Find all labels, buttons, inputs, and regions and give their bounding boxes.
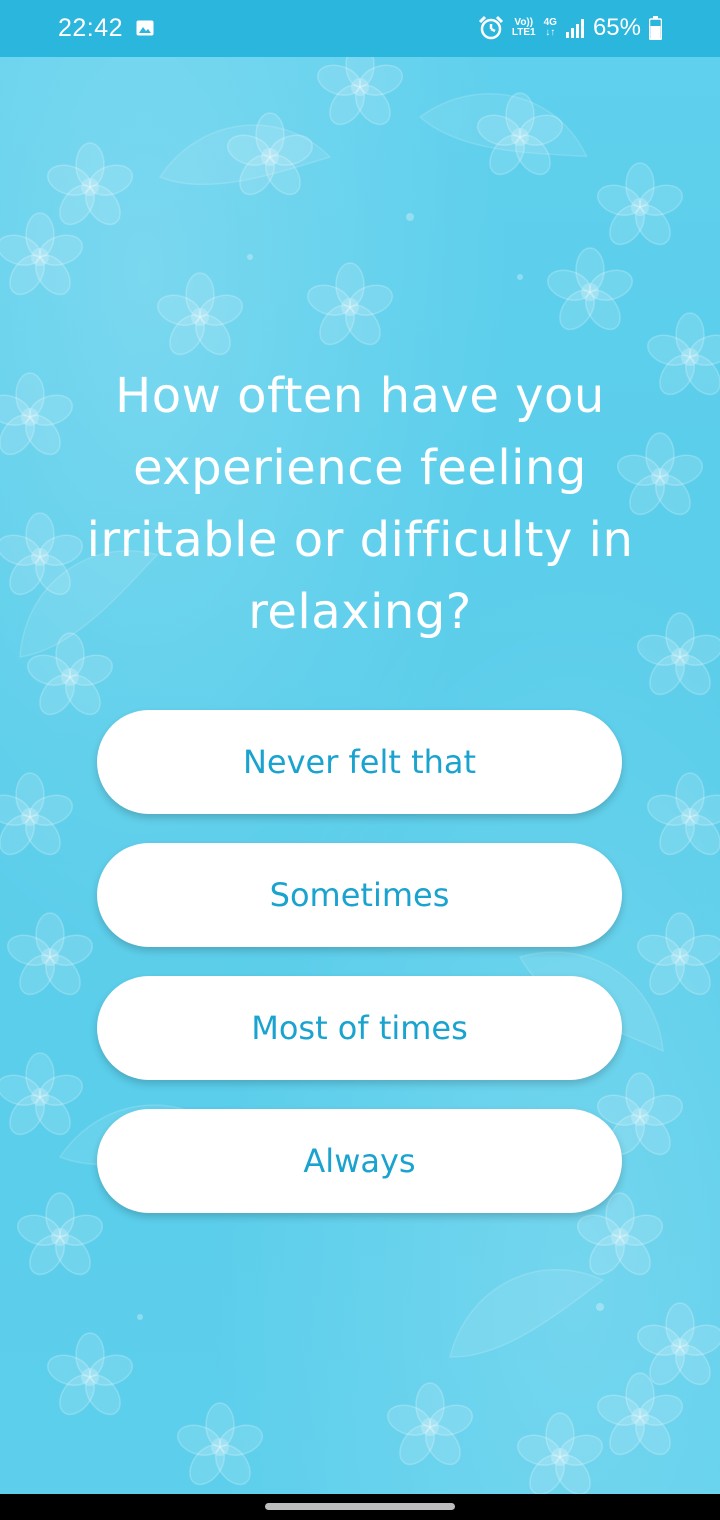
volte-bottom-label: LTE1 <box>511 27 536 38</box>
option-label: Always <box>303 1142 416 1180</box>
option-label: Never felt that <box>242 743 477 781</box>
option-most-of-times-button[interactable]: Most of times <box>97 976 622 1080</box>
data-arrows-icon: ↓↑ <box>545 27 556 38</box>
status-bar: 22:42 Vo)) LTE1 4G ↓↑ 65% <box>0 0 720 57</box>
status-icons: Vo)) LTE1 4G ↓↑ 65% <box>478 12 662 44</box>
option-label: Most of times <box>251 1009 468 1047</box>
gallery-icon <box>136 20 154 36</box>
question-text: How often have you experience feeling ir… <box>86 368 634 640</box>
navigation-bar <box>0 1494 720 1520</box>
option-never-felt-that-button[interactable]: Never felt that <box>97 710 622 814</box>
battery-percentage: 65% <box>592 14 641 41</box>
home-gesture-handle[interactable] <box>265 1503 455 1510</box>
option-label: Sometimes <box>269 876 450 914</box>
network-4g-icon: 4G ↓↑ <box>544 18 557 38</box>
status-time: 22:42 <box>58 14 124 42</box>
signal-icon <box>565 19 584 38</box>
option-always-button[interactable]: Always <box>97 1109 622 1213</box>
battery-icon <box>649 16 662 40</box>
alarm-icon <box>478 15 503 40</box>
volte-icon: Vo)) LTE1 <box>512 18 536 38</box>
option-sometimes-button[interactable]: Sometimes <box>97 843 622 947</box>
